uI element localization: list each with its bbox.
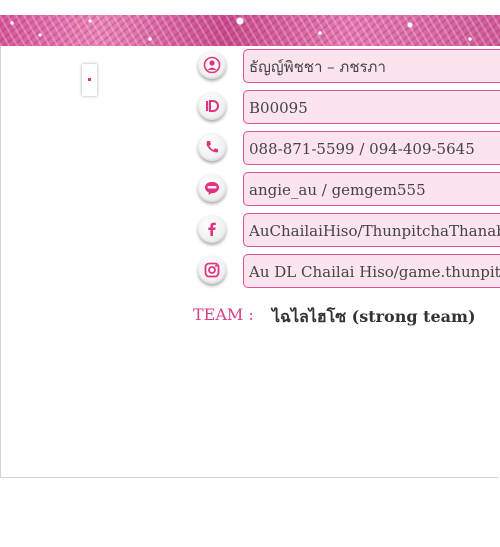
phone-field[interactable]: 088-871-5599 / 094-409-5645 (243, 131, 500, 165)
field-row-phone: 088-871-5599 / 094-409-5645 (0, 128, 500, 169)
instagram-icon (198, 256, 226, 284)
user-icon (198, 51, 226, 79)
facebook-field[interactable]: AuChailaiHiso/ThunpitchaThanabodet1 (243, 213, 500, 247)
phone-icon (198, 133, 226, 161)
top-strip (0, 0, 500, 15)
instagram-field[interactable]: Au DL Chailai Hiso/game.thunpitcha (243, 254, 500, 288)
name-field[interactable]: ธัญญ์พิชชา – ภชรภา (243, 49, 500, 83)
field-row-name: ธัญญ์พิชชา – ภชรภา (0, 46, 500, 87)
field-row-id: B00095 (0, 87, 500, 128)
field-row-line: angie_au / gemgem555 (0, 169, 500, 210)
facebook-icon (198, 215, 226, 243)
field-row-facebook: AuChailaiHiso/ThunpitchaThanabodet1 (0, 210, 500, 251)
id-icon (198, 92, 226, 120)
id-field[interactable]: B00095 (243, 90, 500, 124)
line-icon (198, 174, 226, 202)
field-row-instagram: Au DL Chailai Hiso/game.thunpitcha (0, 251, 500, 292)
line-field[interactable]: angie_au / gemgem555 (243, 172, 500, 206)
glitter-banner (0, 15, 500, 46)
team-label: TEAM : (193, 305, 254, 324)
team-value: ไฉไลไฮโซ (strong team) (272, 307, 476, 326)
